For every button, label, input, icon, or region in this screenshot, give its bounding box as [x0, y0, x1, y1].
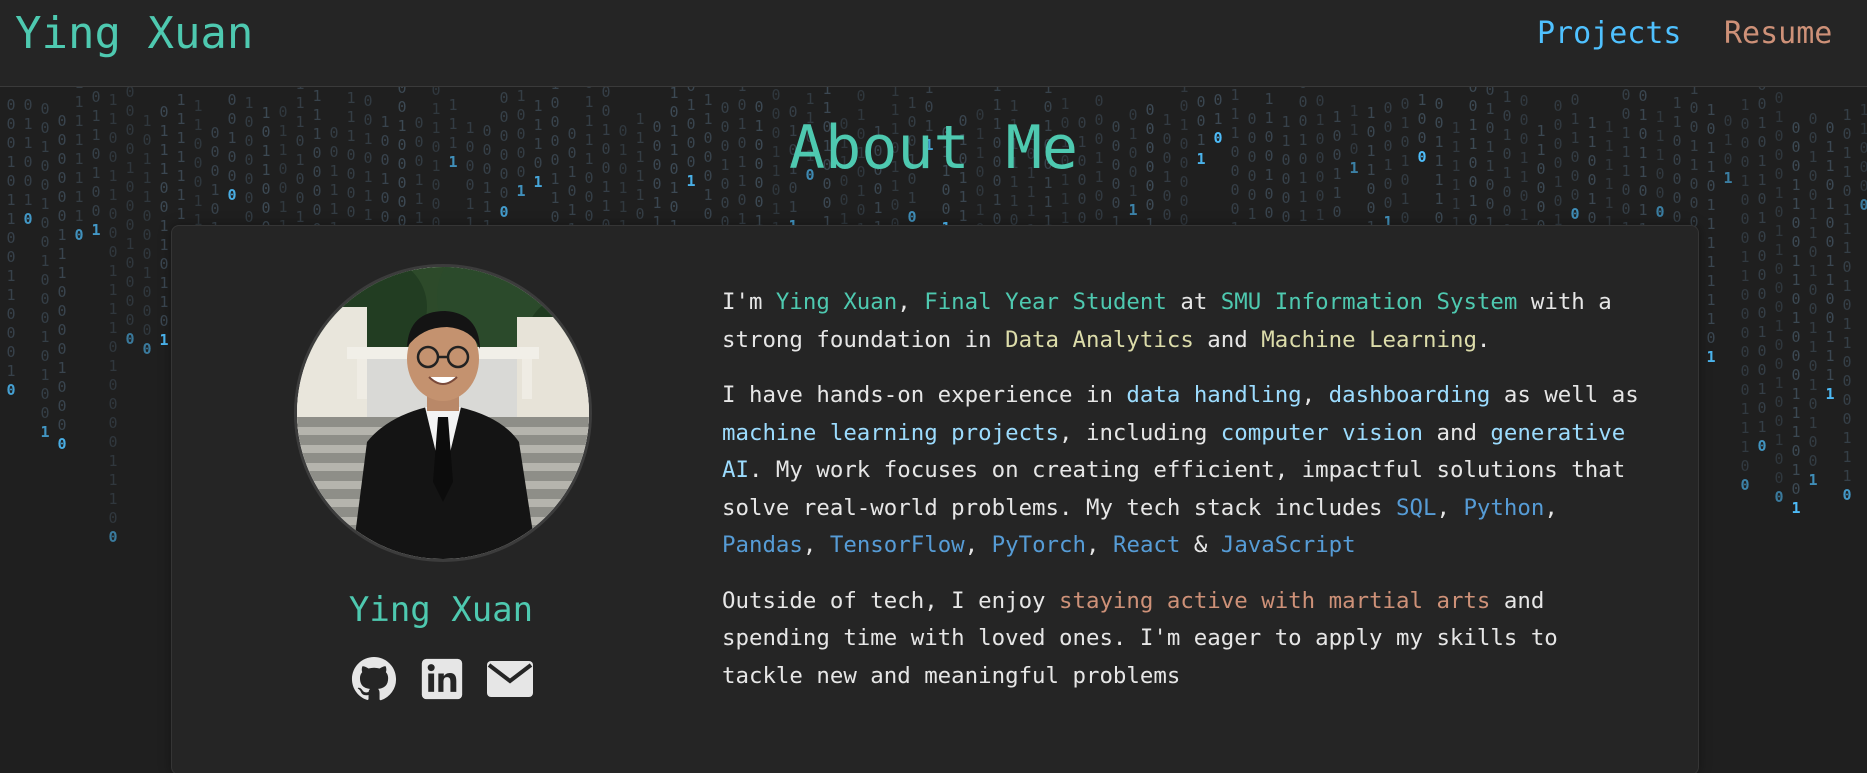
- tech-react: React: [1112, 532, 1181, 558]
- bio-hobby: staying active with martial arts: [1059, 587, 1491, 614]
- linkedin-icon[interactable]: [418, 655, 466, 703]
- bio-text: I'm Ying Xuan, Final Year Student at SMU…: [722, 284, 1652, 713]
- tech-python: Python: [1463, 494, 1545, 521]
- tech-sql: SQL: [1396, 494, 1437, 521]
- top-navbar: Ying Xuan Projects Resume: [0, 0, 1867, 87]
- social-links: [350, 654, 534, 704]
- bio-name: Ying Xuan: [775, 289, 898, 315]
- tech-javascript: JavaScript: [1220, 532, 1356, 558]
- bio-role: Final Year Student: [924, 289, 1167, 315]
- github-icon[interactable]: [350, 655, 398, 703]
- tech-pytorch: PyTorch: [991, 532, 1087, 558]
- page-title: About Me: [789, 113, 1078, 183]
- avatar: [294, 264, 592, 562]
- bio-paragraph-hobbies: Outside of tech, I enjoy staying active …: [722, 587, 1558, 689]
- bio-keyword: data handling: [1126, 382, 1302, 408]
- site-brand[interactable]: Ying Xuan: [15, 8, 253, 60]
- page: Ying Xuan Projects Resume 00010110011000…: [0, 0, 1867, 773]
- bio-keyword: computer vision: [1220, 419, 1423, 446]
- bio-keyword: dashboarding: [1328, 382, 1491, 408]
- bio-skill-ml: Machine Learning: [1261, 326, 1477, 353]
- bio-paragraph-experience: I have hands-on experience in data handl…: [722, 382, 1639, 558]
- tech-pandas: Pandas: [722, 532, 803, 558]
- profile-name: Ying Xuan: [348, 590, 534, 630]
- about-card: Ying Xuan I'm Ying Xuan, Final Year Stud…: [171, 225, 1699, 773]
- tech-tensorflow: TensorFlow: [829, 532, 965, 558]
- bio-school: SMU Information System: [1220, 289, 1518, 315]
- profile-photo-icon: [297, 267, 589, 559]
- nav-link-projects[interactable]: Projects: [1537, 14, 1682, 54]
- email-icon[interactable]: [486, 655, 534, 703]
- bio-paragraph-intro: I'm Ying Xuan, Final Year Student at SMU…: [722, 289, 1612, 353]
- bio-keyword: machine learning projects: [722, 419, 1060, 446]
- nav-link-resume[interactable]: Resume: [1724, 14, 1832, 54]
- bio-skill-analytics: Data Analytics: [1005, 326, 1194, 353]
